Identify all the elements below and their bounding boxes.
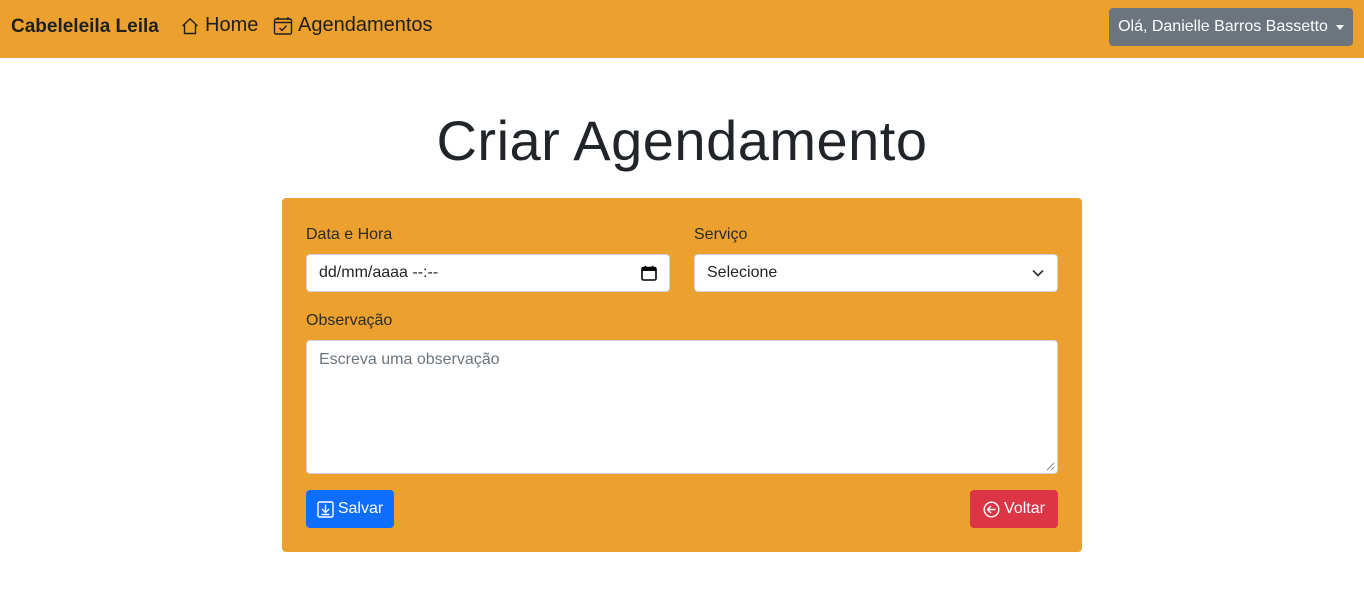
datetime-input[interactable]: dd/mm/aaaa --:--: [306, 254, 670, 292]
user-menu-label: Olá, Danielle Barros Bassetto: [1118, 18, 1328, 35]
navbar: Cabeleleila Leila Home Agendamentos Olá,…: [0, 0, 1364, 58]
back-button-label: Voltar: [1004, 500, 1045, 517]
back-button[interactable]: Voltar: [970, 490, 1058, 528]
calendar-check-icon: [273, 15, 295, 37]
datetime-label: Data e Hora: [306, 226, 393, 243]
save-button[interactable]: Salvar: [306, 490, 394, 528]
service-selected-value: Selecione: [707, 264, 778, 281]
chevron-down-icon: [1031, 266, 1045, 280]
service-select[interactable]: Selecione: [694, 254, 1058, 292]
nav-link-agendamentos[interactable]: Agendamentos: [273, 14, 433, 37]
nav-link-agendamentos-label: Agendamentos: [298, 14, 433, 36]
page-title: Criar Agendamento: [436, 109, 928, 172]
observation-placeholder: Escreva uma observação: [319, 351, 500, 368]
arrow-left-circle-icon: [983, 500, 1000, 518]
resize-grip-icon[interactable]: [1045, 461, 1055, 471]
appointment-form: Data e Hora dd/mm/aaaa --:-- Serviço Sel…: [282, 198, 1082, 552]
download-box-icon: [317, 500, 334, 518]
nav-link-home[interactable]: Home: [180, 14, 258, 37]
service-label: Serviço: [694, 226, 748, 243]
nav-link-home-label: Home: [205, 14, 259, 36]
observation-textarea[interactable]: Escreva uma observação: [306, 340, 1058, 474]
save-button-label: Salvar: [337, 500, 384, 517]
calendar-icon[interactable]: [641, 265, 657, 281]
observation-label: Observação: [306, 312, 393, 329]
house-icon: [180, 15, 202, 37]
datetime-value: dd/mm/aaaa --:--: [319, 264, 439, 281]
caret-down-icon: [1335, 24, 1344, 30]
user-menu-button[interactable]: Olá, Danielle Barros Bassetto: [1109, 8, 1353, 46]
navbar-brand[interactable]: Cabeleleila Leila: [11, 16, 159, 38]
